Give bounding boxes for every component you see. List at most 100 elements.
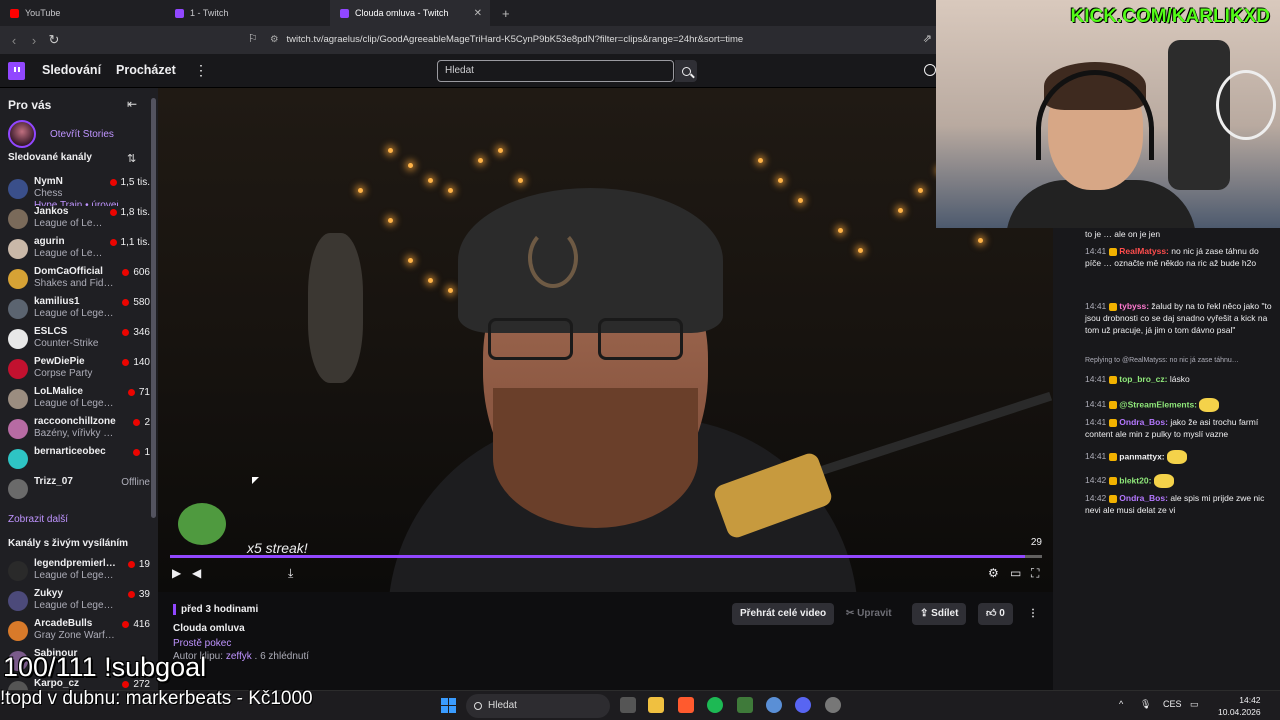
sidebar-item-channel[interactable]: Zukyy League of Lege… 39 [8,588,150,618]
download-icon[interactable]: ⤓ [288,566,293,581]
more-options-icon[interactable]: ⋮ [194,62,208,79]
forward-icon[interactable]: › [24,33,44,48]
clip-category-link[interactable]: Prostě pokec [173,638,231,649]
fullscreen-icon[interactable]: ⛶ [1031,566,1039,581]
start-icon[interactable] [441,698,456,713]
nav-browse[interactable]: Procházet [116,63,176,77]
bookmark-icon[interactable]: ⚐ [248,32,258,45]
tray-overflow-icon[interactable]: ^ [1119,699,1123,709]
sidebar-item-channel[interactable]: NymNChessHype Train • úroveň…1,5 tis. [8,176,150,206]
sidebar-item-channel[interactable]: ArcadeBulls Gray Zone Warf… 416 [8,618,150,648]
channel-game: Bazény, vířivky … [34,428,114,439]
chat-username[interactable]: Ondra_Bos: [1119,417,1168,427]
back-icon[interactable]: ‹ [4,33,24,48]
chat-username[interactable]: @StreamElements: [1119,399,1197,409]
edit-button[interactable]: ✂ Upravit [838,603,900,625]
sidebar-item-channel[interactable]: raccoonchillzone Bazény, vířivky … 2 [8,416,150,446]
tab-clip[interactable]: Clouda omluva - Twitch ✕ [330,0,490,26]
editor-icon[interactable] [737,697,753,713]
spotify-icon[interactable] [707,697,723,713]
channel-game: League of Lege… [34,600,114,611]
sort-icon[interactable]: ⇅ [127,152,136,165]
viewer-count: 580 [122,297,150,308]
sidebar-item-channel[interactable]: Jankos League of Le… 1,8 tis. [8,206,150,236]
volume-icon[interactable]: ◀ [192,566,201,580]
fairy-light [388,218,393,223]
brave-browser-icon[interactable] [678,697,694,713]
live-indicator-icon [109,209,117,216]
sidebar-item-channel[interactable]: legendpremierl… League of Lege… 19 [8,558,150,588]
like-count: 0 [999,608,1005,619]
chat-username[interactable]: tybyss: [1119,301,1149,311]
viewer-number: 39 [138,589,150,600]
channel-name: bernarticeobec [34,446,106,457]
chat-username[interactable]: RealMatyss: [1119,246,1169,256]
watch-full-video-button[interactable]: Přehrát celé video [732,603,835,625]
search-input[interactable]: Hledat [437,60,674,82]
viewer-number: 140 [133,357,150,368]
chat-username[interactable]: panmattyx: [1119,451,1164,461]
sidebar-item-channel[interactable]: Trizz_07 Offline [8,476,150,506]
live-indicator-icon [122,359,130,366]
more-clip-options-icon[interactable]: ⋮ [1020,603,1046,625]
fairy-light [798,198,803,203]
share-icon[interactable]: ⇗ [923,32,932,45]
channel-text: legendpremierl… League of Lege… [34,558,118,588]
sidebar-scrollbar[interactable] [151,98,156,518]
show-more-link[interactable]: Zobrazit další [8,514,68,525]
url-field[interactable]: ⚙ twitch.tv/agraelus/clip/GoodAgreeableM… [270,31,743,49]
theatre-mode-icon[interactable]: ▭ [1010,566,1021,580]
like-button[interactable]: 👍︎ 0 [978,603,1013,625]
file-explorer-icon[interactable] [648,697,664,713]
sidebar-item-channel[interactable]: PewDiePie Corpse Party 140 [8,356,150,386]
settings-icon[interactable]: ⚙ [988,566,999,580]
chat-username[interactable]: Ondra_Bos: [1119,493,1168,503]
network-icon[interactable]: ▭ [1190,699,1199,710]
chat-username[interactable]: Replying to @RealMatyss: [1085,357,1168,364]
site-info-icon[interactable]: ⚙ [270,31,279,49]
tab-twitch[interactable]: 1 - Twitch [165,0,330,26]
sidebar-item-channel[interactable]: LoLMalice League of Lege… 71 [8,386,150,416]
fairy-light [408,258,413,263]
sidebar-item-channel[interactable]: ESLCS Counter-Strike 346 [8,326,150,356]
discord-icon[interactable] [795,697,811,713]
sidebar-item-channel[interactable]: agurin League of Le… 1,1 tis. [8,236,150,266]
taskbar-clock[interactable]: 14:42 10.04.2026 [1218,694,1261,718]
task-view-icon[interactable] [620,697,636,713]
search-icon [474,702,482,710]
taskbar-search[interactable]: Hledat [466,694,610,718]
tab-youtube[interactable]: YouTube [0,0,165,26]
reload-icon[interactable]: ↻ [44,32,64,48]
sidebar-item-channel[interactable]: kamilius1 League of Lege… 580 [8,296,150,326]
share-button[interactable]: ⇪ Sdílet [912,603,967,625]
author-link[interactable]: zeffyk [226,651,252,662]
search-button[interactable] [675,60,697,82]
new-tab-icon[interactable]: + [502,6,510,21]
chat-timestamp: 14:42 [1085,475,1107,486]
nav-following[interactable]: Sledování [42,63,101,77]
close-tab-icon[interactable]: ✕ [474,8,482,19]
sidebar-item-channel[interactable]: bernarticeobec 1 [8,446,150,476]
viewer-number: 606 [133,267,150,278]
collapse-sidebar-icon[interactable]: ⇤ [127,97,137,111]
sidebar-item-channel[interactable]: DomCaOfficial Shakes and Fid… 606 [8,266,150,296]
video-person-glasses [488,318,688,360]
viewer-count: 346 [122,327,150,338]
fairy-light [838,228,843,233]
twitch-top-nav: Sledování Procházet ⋮ Hledat [0,54,936,88]
settings-app-icon[interactable] [825,697,841,713]
video-player[interactable]: x5 streak! 29 ▶ ◀ ⤓ ⚙ ▭ ⛶ [158,88,1053,592]
open-stories[interactable]: Otevřít Stories [8,120,114,148]
app-icon[interactable] [766,697,782,713]
seek-bar[interactable] [170,555,1042,558]
chat-username[interactable]: blekt20: [1119,475,1151,485]
notifications-icon[interactable] [924,64,936,76]
play-icon[interactable]: ▶ [172,566,181,580]
mic-tray-icon[interactable]: 🎙︎ [1140,699,1151,710]
avatar [8,239,28,259]
channel-text: LoLMalice League of Lege… [34,386,118,416]
followed-channels-title: Sledované kanály [8,152,92,163]
language-indicator[interactable]: CES [1163,699,1182,709]
twitch-logo-icon[interactable] [8,62,25,80]
chat-username[interactable]: top_bro_cz: [1119,374,1167,384]
